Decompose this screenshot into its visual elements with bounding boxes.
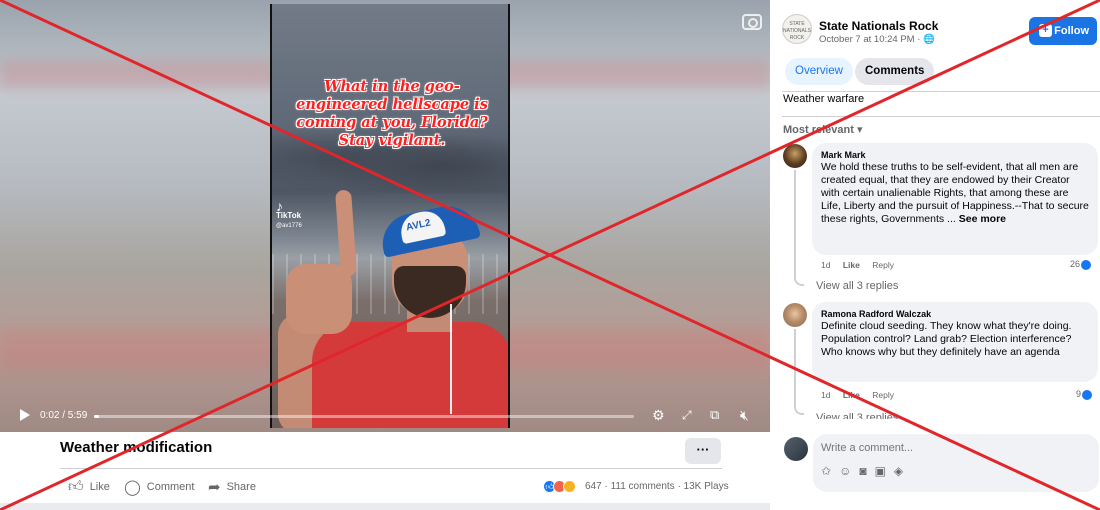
play-icon[interactable] [20, 409, 30, 421]
facebook-video-post: AVL2 What in the geo-engineered hellscap… [0, 0, 1100, 510]
fullscreen-icon[interactable]: ⤢ [682, 407, 692, 423]
tiktok-watermark: ♪ TikTok @av1776 [276, 198, 302, 231]
side-panel: STATE NATIONALS ROCK State Nationals Roc… [770, 0, 1100, 510]
like-label: Like [89, 481, 110, 493]
reaction-icons[interactable]: 👍︎ [543, 480, 576, 493]
comment-like-link[interactable]: Like [843, 390, 860, 400]
page-name[interactable]: State Nationals Rock [819, 19, 938, 33]
video-controls: 0:02 / 5:59 ⚙ ⤢ ⧉ 🔇︎ [0, 402, 770, 432]
reaction-count: 9 [1076, 389, 1082, 399]
post-date[interactable]: October 7 at 10:24 PM · 🌐 [819, 34, 935, 45]
share-icon: ➦ [208, 479, 221, 496]
avatar[interactable] [783, 144, 807, 168]
video-frame: AVL2 What in the geo-engineered hellscap… [270, 4, 510, 428]
video-caption-overlay: What in the geo-engineered hellscape is … [296, 78, 488, 149]
comment-reaction-count[interactable]: 26 [1070, 259, 1092, 270]
tiktok-handle: @av1776 [276, 223, 302, 229]
sticker-icon[interactable]: ◈ [894, 464, 903, 478]
comment-author[interactable]: Mark Mark [821, 149, 1089, 161]
engagement-stats[interactable]: 647 · 111 comments · 13K Plays [585, 481, 729, 492]
emoji-icon[interactable]: ☺ [839, 464, 851, 478]
video-player[interactable]: AVL2 What in the geo-engineered hellscap… [0, 0, 770, 432]
camera-icon[interactable] [742, 14, 762, 30]
comment-button[interactable]: ◯ Comment [124, 478, 194, 496]
comment-sort-dropdown[interactable]: Most relevant ▾ [783, 123, 863, 136]
progress-bar[interactable] [94, 415, 634, 418]
tiktok-icon: ♪ [276, 198, 283, 214]
miniplayer-icon[interactable]: ⧉ [710, 407, 719, 423]
divider [60, 468, 722, 469]
like-button[interactable]: 👍︎ Like [68, 478, 110, 496]
reaction-count: 26 [1070, 259, 1081, 269]
comment-label: Comment [146, 481, 195, 493]
avatar[interactable] [783, 303, 807, 327]
comment-meta: 1d Like Reply [821, 390, 904, 400]
composer-toolbar: ✩ ☺ ◙ ▣ ◈ [821, 464, 903, 478]
tab-comments[interactable]: Comments [855, 58, 935, 85]
tiktok-label: TikTok [276, 211, 302, 220]
comment-text: We hold these truths to be self-evident,… [821, 161, 1089, 226]
time-display: 0:02 / 5:59 [40, 410, 88, 421]
avatar[interactable] [784, 437, 808, 461]
comment-text: Definite cloud seeding. They know what t… [821, 320, 1072, 358]
divider [782, 91, 1100, 92]
mute-icon[interactable]: 🔇︎ [740, 407, 749, 423]
settings-icon[interactable]: ⚙ [652, 407, 665, 423]
comment-reply-link[interactable]: Reply [872, 390, 894, 400]
comment-input[interactable] [821, 442, 1091, 454]
bottom-strip [0, 503, 770, 510]
photo-icon[interactable]: ◙ [859, 464, 866, 478]
see-more-link[interactable]: See more [959, 213, 1006, 225]
comment-like-link[interactable]: Like [843, 260, 860, 270]
comment-bubble: Ramona Radford Walczak Definite cloud se… [812, 302, 1098, 382]
share-button[interactable]: ➦ Share [208, 478, 256, 496]
more-options-button[interactable]: ··· [685, 438, 721, 464]
like-reaction-icon [1082, 389, 1093, 400]
view-replies-link[interactable]: View all 3 replies [816, 280, 898, 292]
comment-icon: ◯ [124, 479, 141, 496]
divider [782, 116, 1100, 117]
comment-composer[interactable]: ✩ ☺ ◙ ▣ ◈ [813, 434, 1099, 492]
comment-meta: 1d Like Reply [821, 260, 904, 270]
wow-reaction-icon [563, 480, 576, 493]
follow-button[interactable]: + Follow [1029, 17, 1097, 45]
comment-reply-link[interactable]: Reply [872, 260, 894, 270]
view-replies-link[interactable]: View all 3 replies [816, 409, 898, 419]
like-reaction-icon [1081, 259, 1092, 270]
person-hand [286, 264, 352, 334]
share-label: Share [226, 481, 256, 493]
like-icon: 👍︎ [68, 478, 84, 495]
comment-bubble: Mark Mark We hold these truths to be sel… [812, 143, 1098, 255]
post-description: Weather warfare [783, 93, 865, 105]
follow-icon: + [1039, 24, 1052, 37]
comment-age[interactable]: 1d [821, 260, 830, 270]
comment-body: We hold these truths to be self-evident,… [821, 161, 1089, 225]
page-avatar[interactable]: STATE NATIONALS ROCK [782, 14, 812, 44]
gif-icon[interactable]: ▣ [875, 464, 886, 478]
progress-fill [94, 415, 100, 418]
tab-overview[interactable]: Overview [785, 58, 853, 85]
comment-reaction-count[interactable]: 9 [1076, 389, 1093, 400]
post-title: Weather modification [60, 439, 213, 456]
follow-label: Follow [1054, 25, 1089, 37]
earbud-wire [450, 304, 452, 414]
thread-line [794, 329, 804, 415]
thread-line [794, 170, 804, 286]
comment-author[interactable]: Ramona Radford Walczak [821, 308, 1089, 320]
comment-age[interactable]: 1d [821, 390, 830, 400]
avatar-sticker-icon[interactable]: ✩ [821, 464, 831, 478]
